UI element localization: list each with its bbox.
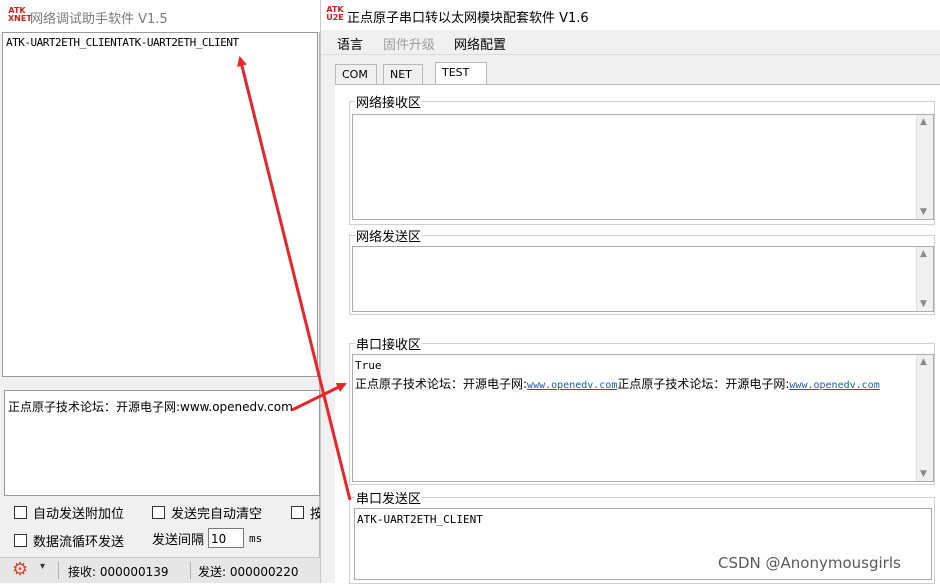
- left-receive-area[interactable]: ATK-UART2ETH_CLIENTATK-UART2ETH_CLIENT: [2, 32, 318, 377]
- loop-send-checkbox[interactable]: 数据流循环发送: [14, 531, 124, 550]
- gear-icon[interactable]: ⚙: [12, 560, 28, 580]
- left-receive-text: ATK-UART2ETH_CLIENTATK-UART2ETH_CLIENT: [6, 36, 239, 49]
- atk-xnet-logo: ATK XNET: [8, 6, 32, 23]
- tab-net[interactable]: NET: [383, 64, 423, 84]
- scrollbar[interactable]: ▲ ▼: [916, 115, 933, 219]
- left-send-text: 正点原子技术论坛：开源电子网:www.openedv.com: [8, 400, 293, 414]
- tab-com[interactable]: COM: [335, 64, 377, 84]
- test-tab-panel: 网络接收区 ▲ ▼ 网络发送区 ▲ ▼ 串口接收区 True 正点原子技术论坛：…: [335, 84, 940, 584]
- checkbox-box[interactable]: [291, 506, 304, 519]
- menu-firmware-upgrade[interactable]: 固件升级: [383, 34, 435, 53]
- net-receive-textarea[interactable]: ▲ ▼: [352, 114, 934, 220]
- clear-after-send-checkbox[interactable]: 发送完自动清空: [152, 503, 262, 522]
- checkbox-box[interactable]: [14, 506, 27, 519]
- checkbox-box[interactable]: [14, 534, 27, 547]
- scroll-down-icon[interactable]: ▼: [920, 469, 927, 479]
- left-window-title: 网络调试助手软件 V1.5: [30, 12, 168, 27]
- scrollbar[interactable]: ▲ ▼: [916, 355, 933, 481]
- left-send-area[interactable]: 正点原子技术论坛：开源电子网:www.openedv.com: [4, 390, 320, 496]
- menu-bar: 语言 固件升级 网络配置: [321, 30, 940, 55]
- scrollbar[interactable]: ▲ ▼: [916, 247, 933, 311]
- forum-text: 正点原子技术论坛：开源电子网:: [617, 377, 790, 391]
- divider: [190, 562, 191, 579]
- menu-network-config[interactable]: 网络配置: [454, 34, 506, 53]
- network-debug-assistant-window: ATK XNET 网络调试助手软件 V1.5 ATK-UART2ETH_CLIEN…: [0, 0, 323, 583]
- net-send-group: 网络发送区 ▲ ▼: [349, 226, 935, 315]
- left-status-bar: ⚙ ▾ 接收: 000000139 发送: 000000220: [0, 557, 320, 583]
- menu-language[interactable]: 语言: [337, 34, 363, 53]
- loop-send-label: 数据流循环发送: [33, 535, 125, 550]
- divider: [58, 562, 59, 579]
- serial-receive-line-2: 正点原子技术论坛：开源电子网:www.openedv.com正点原子技术论坛：开…: [355, 375, 880, 392]
- openedv-link[interactable]: www.openedv.com: [527, 380, 617, 391]
- serial-ethernet-config-window: ATK U2E 正点原子串口转以太网模块配套软件 V1.6 语言 固件升级 网络配…: [320, 0, 940, 584]
- tab-test[interactable]: TEST: [435, 62, 487, 85]
- cutoff-checkbox[interactable]: 按: [291, 503, 323, 522]
- right-window-title: 正点原子串口转以太网模块配套软件 V1.6: [347, 11, 589, 26]
- net-send-textarea[interactable]: ▲ ▼: [352, 246, 934, 312]
- scroll-down-icon[interactable]: ▼: [920, 207, 927, 217]
- auto-append-checkbox[interactable]: 自动发送附加位: [14, 503, 124, 522]
- send-interval-label: 发送间隔: [152, 532, 205, 548]
- scroll-down-icon[interactable]: ▼: [920, 299, 927, 309]
- serial-receive-textarea[interactable]: True 正点原子技术论坛：开源电子网:www.openedv.com正点原子技…: [352, 354, 934, 482]
- scroll-up-icon[interactable]: ▲: [920, 357, 927, 367]
- serial-receive-group: 串口接收区 True 正点原子技术论坛：开源电子网:www.openedv.co…: [349, 334, 935, 485]
- checkbox-box[interactable]: [152, 506, 165, 519]
- serial-receive-label: 串口接收区: [355, 334, 423, 353]
- serial-send-label: 串口发送区: [355, 488, 423, 507]
- csdn-watermark: CSDN @Anonymousgirls: [718, 554, 901, 572]
- serial-send-text: ATK-UART2ETH_CLIENT: [357, 513, 483, 526]
- send-interval-input[interactable]: 10: [208, 528, 245, 548]
- chevron-down-icon[interactable]: ▾: [40, 561, 45, 572]
- auto-append-label: 自动发送附加位: [33, 507, 125, 522]
- scroll-up-icon[interactable]: ▲: [920, 117, 927, 127]
- left-title-bar: ATK XNET 网络调试助手软件 V1.5: [0, 0, 320, 32]
- scroll-up-icon[interactable]: ▲: [920, 249, 927, 259]
- send-interval-unit: ms: [249, 531, 263, 545]
- receive-count: 接收: 000000139: [68, 565, 169, 579]
- send-count: 发送: 000000220: [198, 565, 299, 579]
- net-send-label: 网络发送区: [355, 226, 423, 245]
- net-receive-label: 网络接收区: [355, 92, 423, 111]
- send-interval-row: 发送间隔 10 ms: [152, 528, 262, 548]
- forum-text: 正点原子技术论坛：开源电子网:: [355, 377, 528, 391]
- openedv-link[interactable]: www.openedv.com: [789, 380, 879, 391]
- serial-receive-line-1: True: [355, 359, 382, 372]
- net-receive-group: 网络接收区 ▲ ▼: [349, 92, 935, 225]
- atk-u2e-logo: ATK U2E: [326, 5, 344, 22]
- right-title-bar: ATK U2E 正点原子串口转以太网模块配套软件 V1.6: [321, 0, 940, 30]
- clear-after-send-label: 发送完自动清空: [171, 507, 263, 522]
